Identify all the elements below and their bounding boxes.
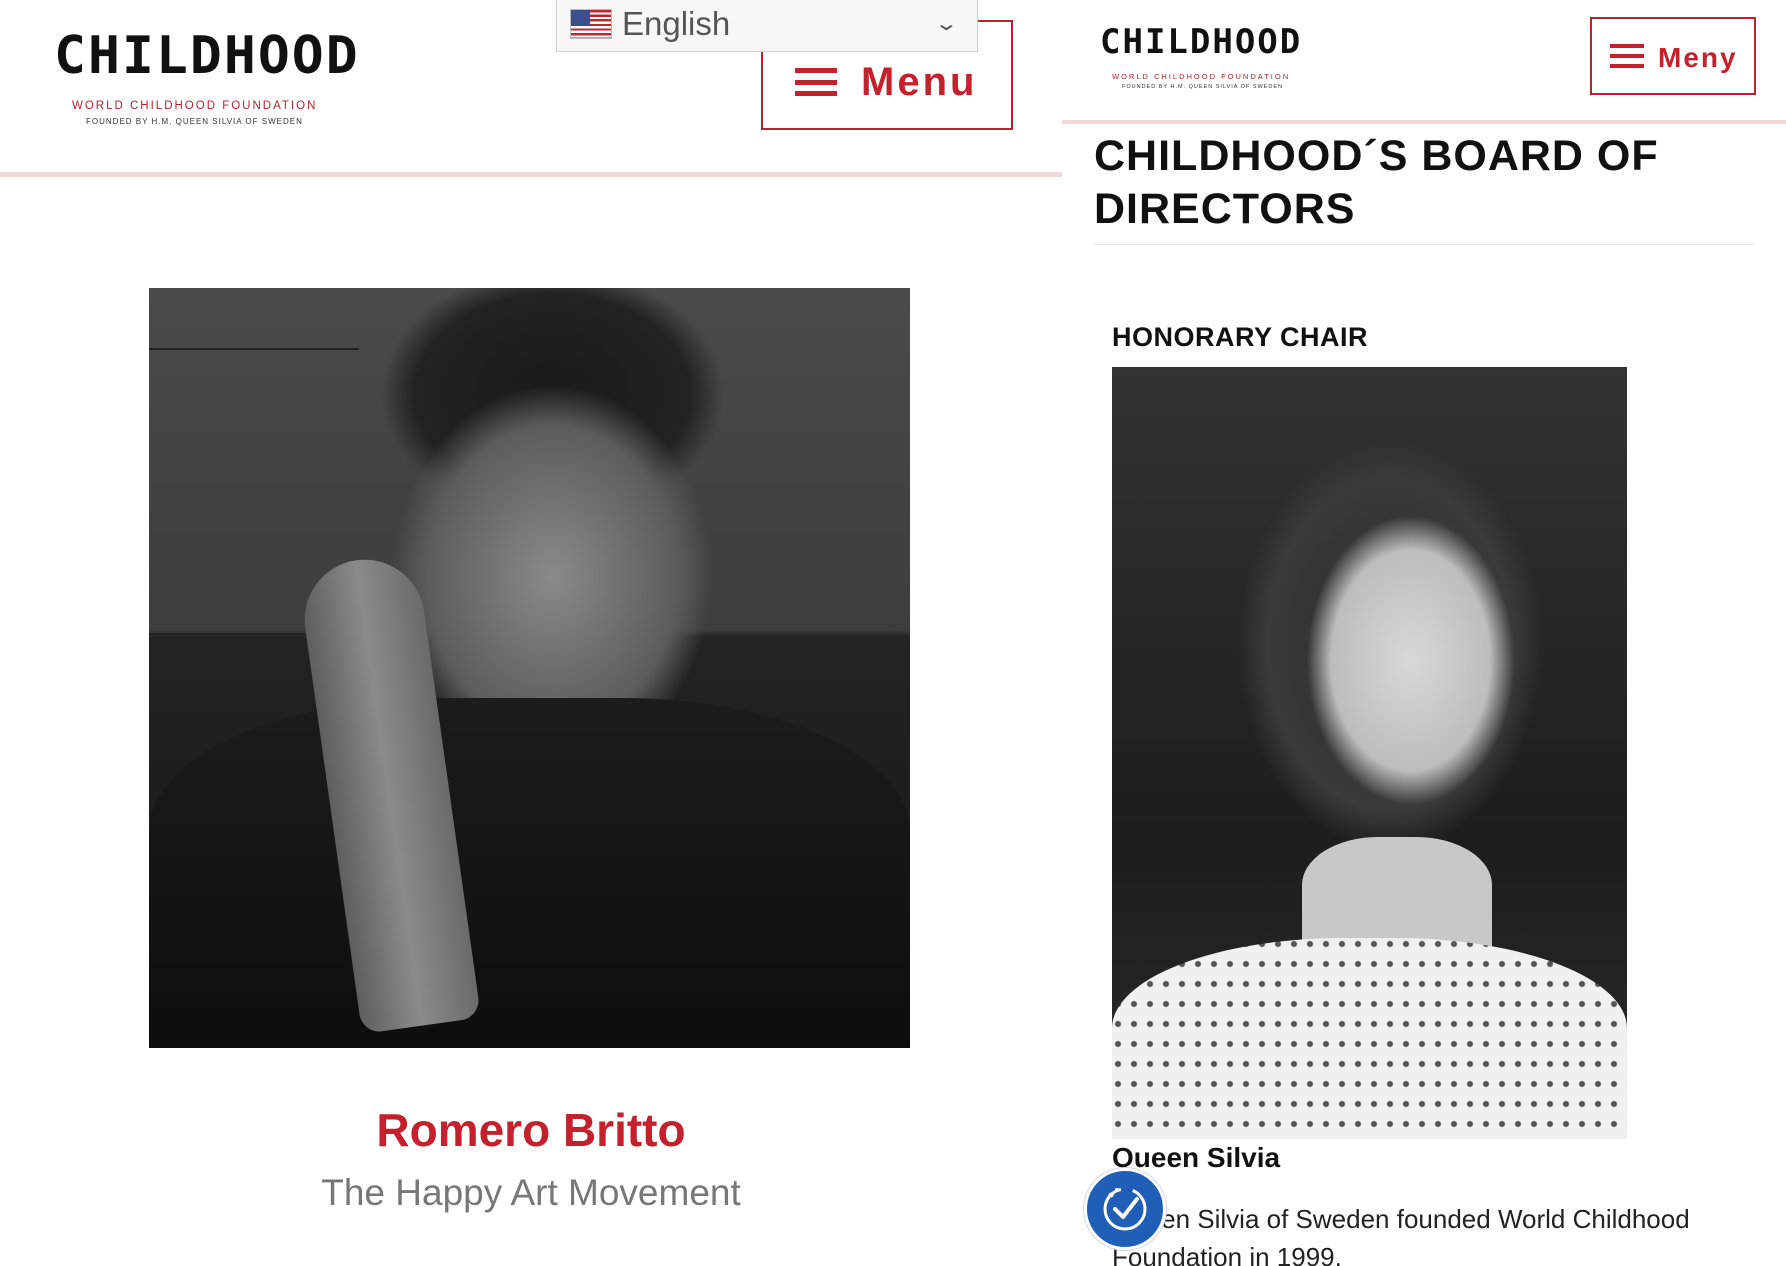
menu-button[interactable]: Meny	[1590, 17, 1756, 95]
board-member-bio: Queen Silvia of Sweden founded World Chi…	[1112, 1204, 1690, 1266]
profile-role: The Happy Art Movement	[321, 1172, 741, 1213]
title-divider	[1094, 244, 1754, 245]
logo-wordmark: CHILDHOOD	[1100, 22, 1303, 62]
chevron-down-icon: ⌄	[934, 13, 960, 35]
logo-foundation-name: WORLD CHILDHOOD FOUNDATION	[1112, 72, 1291, 81]
hamburger-icon	[1610, 44, 1644, 68]
section-heading: HONORARY CHAIR	[1112, 322, 1369, 352]
hamburger-icon	[795, 68, 837, 96]
page-title: CHILDHOOD´S BOARD OF DIRECTORS	[1094, 132, 1659, 233]
profile-name: Romero Britto	[376, 1104, 686, 1156]
menu-button-label: Menu	[861, 59, 978, 104]
language-select[interactable]: English ⌄	[556, 0, 978, 52]
queen-silvia-portrait	[1112, 367, 1627, 1139]
right-screenshot-panel: CHILDHOOD WORLD CHILDHOOD FOUNDATION FOU…	[1062, 0, 1786, 1266]
menu-button-label: Meny	[1658, 42, 1738, 73]
romero-britto-portrait	[149, 288, 910, 1048]
header-divider	[0, 172, 1062, 177]
logo-foundation-name: WORLD CHILDHOOD FOUNDATION	[72, 100, 318, 112]
logo-founded-by: FOUNDED BY H.M. QUEEN SILVIA OF SWEDEN	[86, 117, 303, 126]
left-screenshot-panel: CHILDHOOD WORLD CHILDHOOD FOUNDATION FOU…	[0, 0, 1062, 1266]
logo-wordmark: CHILDHOOD	[54, 26, 360, 86]
childhood-logo[interactable]: CHILDHOOD WORLD CHILDHOOD FOUNDATION FOU…	[54, 26, 358, 126]
language-selected-value: English	[622, 5, 731, 42]
us-flag-icon	[570, 9, 612, 39]
accessibility-check-icon[interactable]	[1084, 1168, 1166, 1250]
header-divider	[1062, 120, 1786, 124]
logo-founded-by: FOUNDED BY H.M. QUEEN SILVIA OF SWEDEN	[1122, 84, 1283, 90]
childhood-logo[interactable]: CHILDHOOD WORLD CHILDHOOD FOUNDATION FOU…	[1100, 22, 1302, 90]
